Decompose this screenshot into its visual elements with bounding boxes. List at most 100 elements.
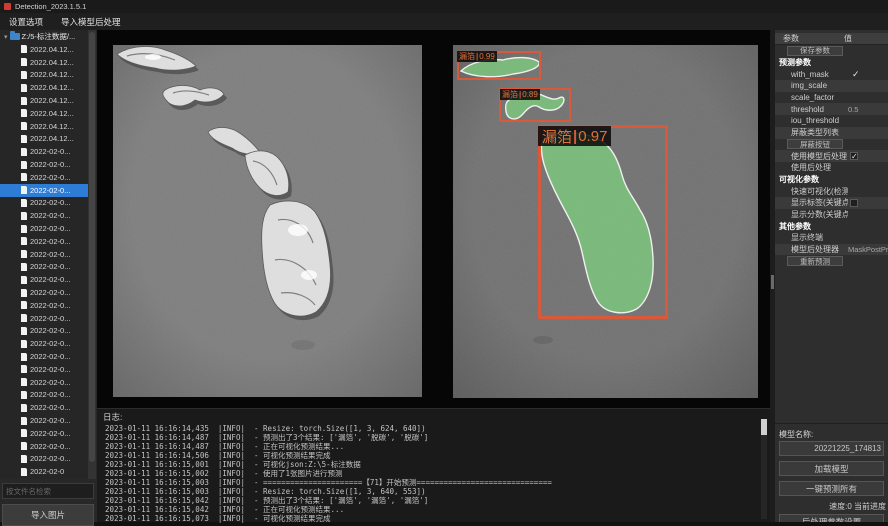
param-value: 0.5 <box>848 105 858 114</box>
folder-icon <box>10 33 20 40</box>
param-rows: 保存参数预测参数with_mask✓img_scalescale_factort… <box>775 45 888 267</box>
file-item[interactable]: 2022-02-0... <box>0 427 88 440</box>
file-item[interactable]: 2022-02-0... <box>0 363 88 376</box>
file-icon <box>21 417 27 425</box>
detection-class: 漏箔 <box>542 126 572 147</box>
tree-root-label: Z:/5-标注数据/... <box>22 31 76 42</box>
file-icon <box>21 148 27 156</box>
source-image-panel[interactable] <box>113 45 422 397</box>
param-row[interactable]: 显示分数(关键点) <box>775 209 888 221</box>
param-row[interactable]: 屏蔽类型列表 <box>775 127 888 139</box>
menu-settings[interactable]: 设置选项 <box>9 16 43 28</box>
file-item[interactable]: 2022-02-0... <box>0 337 88 350</box>
file-item[interactable]: 2022-02-0... <box>0 453 88 466</box>
file-item[interactable]: 2022-02-0... <box>0 325 88 338</box>
file-item[interactable]: 2022-02-0... <box>0 389 88 402</box>
log-lines: 2023-01-11 16:16:14,435 |INFO| - Resize:… <box>97 424 770 523</box>
file-item[interactable]: 2022-02-0... <box>0 414 88 427</box>
log-title: 日志: <box>97 409 770 424</box>
detection-class: 漏箔 <box>502 89 518 100</box>
file-item[interactable]: 2022-02-0... <box>0 350 88 363</box>
file-item[interactable]: 2022-02-0... <box>0 376 88 389</box>
file-item-label: 2022.04.12... <box>30 58 74 67</box>
file-icon <box>21 237 27 245</box>
checkbox[interactable]: ✓ <box>850 152 858 160</box>
checkbox[interactable] <box>850 199 858 207</box>
detection-class: 漏箔 <box>459 51 475 62</box>
load-model-button[interactable]: 加载模型 <box>779 461 884 476</box>
log-line: 2023-01-11 16:16:15,002 |INFO| - 使用了1张图片… <box>97 469 770 478</box>
log-scrollbar[interactable] <box>761 419 767 519</box>
image-canvas: 漏箔|0.99 漏箔|0.89 漏箔|0.97 <box>97 30 770 408</box>
param-row[interactable]: 使用模型后处理✓ <box>775 150 888 162</box>
param-row[interactable]: iou_threshold <box>775 115 888 127</box>
file-item[interactable]: 2022.04.12... <box>0 69 88 82</box>
import-images-button[interactable]: 导入图片 <box>2 504 94 526</box>
log-line: 2023-01-11 16:16:14,487 |INFO| - 正在可视化预测… <box>97 442 770 451</box>
detection-label-1: 漏箔|0.99 <box>457 51 497 62</box>
file-item[interactable]: 2022-02-0... <box>0 248 88 261</box>
param-row[interactable]: scale_factor <box>775 92 888 104</box>
param-button[interactable]: 保存参数 <box>787 46 843 56</box>
param-row[interactable]: 快速可视化(检测) <box>775 185 888 197</box>
menu-import-model-postprocess[interactable]: 导入模型后处理 <box>61 16 121 28</box>
param-row[interactable]: img_scale <box>775 80 888 92</box>
scrollbar-thumb[interactable] <box>89 32 95 462</box>
file-item[interactable]: 2022-02-0... <box>0 299 88 312</box>
param-row[interactable]: 模型后处理器MaskPostPro <box>775 244 888 256</box>
file-icon <box>21 391 27 399</box>
file-item[interactable]: 2022.04.12... <box>0 81 88 94</box>
file-item[interactable]: 2022-02-0... <box>0 312 88 325</box>
file-item[interactable]: 2022.04.12... <box>0 43 88 56</box>
param-button[interactable]: 重新预测 <box>787 256 843 266</box>
param-label: 显示终端 <box>775 232 848 243</box>
file-item[interactable]: 2022.04.12... <box>0 56 88 69</box>
file-item[interactable]: 2022-02-0... <box>0 222 88 235</box>
file-item[interactable]: 2022-02-0... <box>0 145 88 158</box>
log-line: 2023-01-11 16:16:14,506 |INFO| - 可视化预测结果… <box>97 451 770 460</box>
file-item[interactable]: 2022-02-0... <box>0 197 88 210</box>
file-item[interactable]: 2022-02-0... <box>0 286 88 299</box>
param-row[interactable]: 显示标签(关键点) <box>775 197 888 209</box>
param-row[interactable]: 显示终端 <box>775 232 888 244</box>
file-item[interactable]: 2022.04.12... <box>0 94 88 107</box>
file-item[interactable]: 2022-02-0... <box>0 184 88 197</box>
file-item[interactable]: 2022-02-0... <box>0 261 88 274</box>
file-item[interactable]: 2022-02-0... <box>0 209 88 222</box>
scrollbar-thumb[interactable] <box>761 419 767 435</box>
params-table-header: 参数 值 <box>775 33 888 45</box>
file-item[interactable]: 2022-02-0 <box>0 465 88 478</box>
detection-score: 0.97 <box>578 128 607 145</box>
file-tree: ▾ Z:/5-标注数据/... 2022.04.12...2022.04.12.… <box>0 30 88 479</box>
file-icon <box>21 109 27 117</box>
file-item[interactable]: 2022-02-0... <box>0 235 88 248</box>
file-icon <box>21 468 27 476</box>
param-label: 显示标签(关键点) <box>775 197 848 208</box>
file-icon <box>21 429 27 437</box>
file-item[interactable]: 2022.04.12... <box>0 120 88 133</box>
app-window: Detection_2023.1.5.1 设置选项 导入模型后处理 ▾ Z:/5… <box>0 0 888 522</box>
file-item-label: 2022.04.12... <box>30 70 74 79</box>
file-item[interactable]: 2022.04.12... <box>0 133 88 146</box>
prediction-image-panel[interactable]: 漏箔|0.99 漏箔|0.89 漏箔|0.97 <box>453 45 758 398</box>
file-item[interactable]: 2022-02-0... <box>0 158 88 171</box>
param-row[interactable]: 使用后处理 <box>775 162 888 174</box>
model-name-field[interactable]: 20221225_174813 <box>779 441 884 456</box>
file-icon <box>21 442 27 450</box>
postprocess-params-button[interactable]: 后处理参数设置 <box>779 514 884 522</box>
file-item[interactable]: 2022.04.12... <box>0 107 88 120</box>
file-item[interactable]: 2022-02-0... <box>0 273 88 286</box>
file-item-label: 2022-02-0... <box>30 198 70 207</box>
filename-search-input[interactable] <box>2 483 94 499</box>
tree-root-folder[interactable]: ▾ Z:/5-标注数据/... <box>0 30 88 43</box>
param-section-header: 可视化参数 <box>775 174 888 186</box>
file-item-label: 2022-02-0... <box>30 288 70 297</box>
predict-all-button[interactable]: 一键预测所有 <box>779 481 884 496</box>
param-row[interactable]: with_mask✓ <box>775 68 888 80</box>
file-item[interactable]: 2022-02-0... <box>0 171 88 184</box>
file-item[interactable]: 2022-02-0... <box>0 440 88 453</box>
file-item[interactable]: 2022-02-0... <box>0 401 88 414</box>
param-button[interactable]: 屏蔽按钮 <box>787 139 843 149</box>
file-tree-scrollbar[interactable] <box>88 30 96 479</box>
param-row[interactable]: threshold0.5 <box>775 103 888 115</box>
